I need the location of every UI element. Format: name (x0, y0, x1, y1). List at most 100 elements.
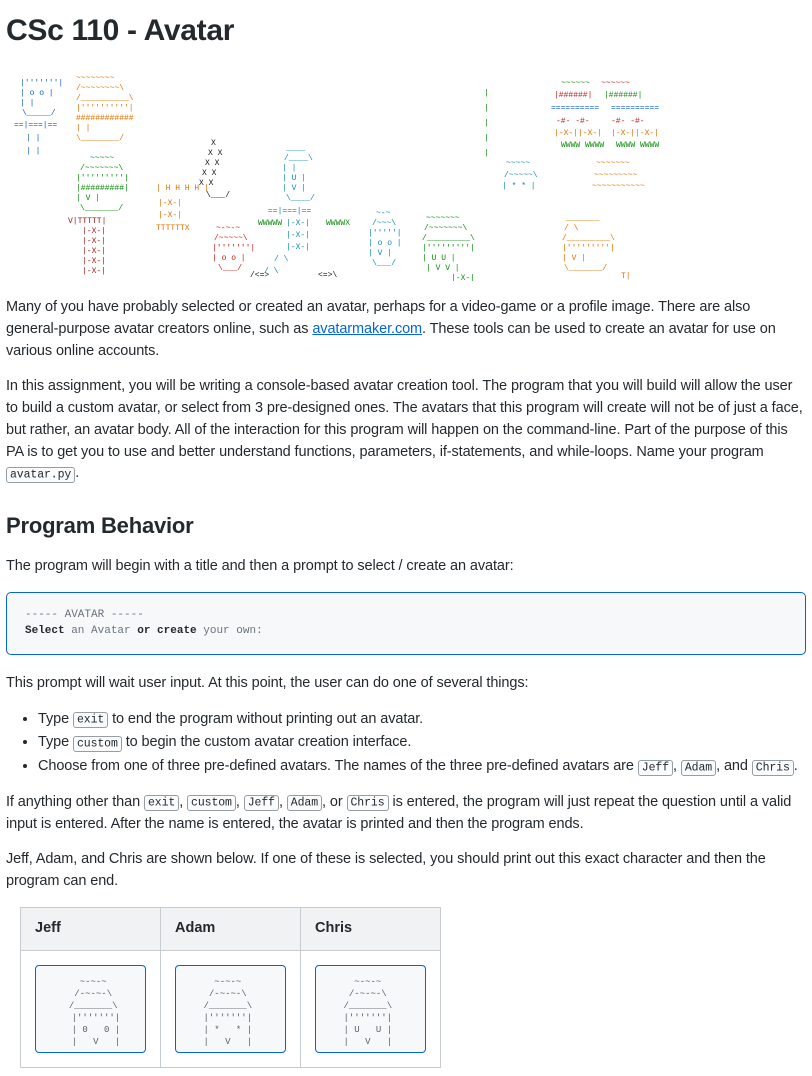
svg-text:WWWWX: WWWWX (326, 219, 350, 228)
intro-paragraph-2: In this assignment, you will be writing … (6, 376, 806, 485)
svg-text:~~~~~~~: ~~~~~~~ (596, 159, 630, 168)
svg-text:\___/: \___/ (206, 191, 230, 200)
svg-text:|-X-|: |-X-| (158, 211, 182, 220)
intro-text-2b: . (75, 465, 79, 481)
svg-text:| |: | | (20, 99, 34, 108)
svg-text:| U U |: | U U | (422, 254, 456, 263)
svg-text:| V |: | V | (282, 184, 306, 193)
list-item: Type exit to end the program without pri… (38, 709, 806, 731)
svg-text:|'''''''''|: |'''''''''| (422, 244, 475, 253)
bullet-text: Type (38, 711, 73, 727)
svg-text:|: | (484, 119, 489, 128)
jeff-avatar-art: ~-~-~ /-~-~-\ /_______\ |'''''''| | 0 0 … (35, 965, 146, 1054)
avatarmaker-link[interactable]: avatarmaker.com (312, 321, 422, 337)
table-row: ~-~-~ /-~-~-\ /_______\ |'''''''| | 0 0 … (21, 950, 441, 1068)
svg-text:~~~~~: ~~~~~ (90, 154, 114, 163)
svg-text:~-~-~: ~-~-~ (216, 224, 240, 233)
text-span: , (236, 794, 244, 810)
code-keyword-or: or (137, 625, 150, 637)
svg-text:| V V |: | V V | (426, 264, 460, 273)
svg-text:|######|: |######| (554, 91, 592, 100)
svg-text:~~~~~~~~~~~: ~~~~~~~~~~~ (592, 182, 645, 191)
svg-text:|#########|: |#########| (76, 184, 129, 193)
code-line-1: ----- AVATAR ----- (25, 609, 144, 621)
bullet-text: Choose from one of three pre-defined ava… (38, 758, 638, 774)
svg-text:|'''''''''|: |'''''''''| (76, 174, 129, 183)
svg-text:/~~~\: /~~~\ (372, 219, 396, 228)
bullet-text: , and (716, 758, 752, 774)
jeff-code-2: Jeff (244, 795, 279, 811)
code-text-an: an Avatar (65, 625, 138, 637)
table-cell-chris: ~-~-~ /-~-~-\ /_______\ |'''''''| | U U … (301, 950, 441, 1068)
chris-avatar-art: ~-~-~ /-~-~-\ /_______\ |'''''''| | U U … (315, 965, 426, 1054)
svg-text:/____\: /____\ (284, 154, 313, 163)
svg-text:\___/: \___/ (372, 259, 396, 268)
svg-text:|-X-|: |-X-| (451, 274, 475, 281)
svg-text:|: | (484, 104, 489, 113)
svg-text:/ \: / \ (274, 255, 289, 264)
svg-text:\_____/: \_____/ (22, 109, 56, 118)
svg-text:| U |: | U | (282, 174, 306, 183)
svg-text:~~~~~~~~: ~~~~~~~~ (76, 74, 115, 83)
invalid-input-paragraph: If anything other than exit, custom, Jef… (6, 792, 806, 836)
svg-text:| |: | | (76, 124, 90, 133)
after-code-paragraph: This prompt will wait user input. At thi… (6, 673, 806, 695)
svg-text:/ \: / \ (264, 267, 279, 276)
bullet-text: , (673, 758, 681, 774)
text-span: , or (322, 794, 346, 810)
table-header-jeff: Jeff (21, 907, 161, 950)
svg-text:T|: T| (621, 272, 631, 281)
svg-text:|: | (484, 149, 489, 158)
svg-text:/~~~~~~~~\: /~~~~~~~~\ (76, 84, 124, 93)
shown-below-paragraph: Jeff, Adam, and Chris are shown below. I… (6, 849, 806, 893)
svg-text:TTTTTTX: TTTTTTX (156, 224, 190, 233)
code-keyword-select: Select (25, 625, 65, 637)
svg-text:| * * |: | * * | (502, 182, 536, 191)
avatar-prompt-codeblock: ----- AVATAR ----- Select an Avatar or c… (6, 592, 806, 655)
adam-code: Adam (681, 760, 716, 776)
svg-text:~~~~~~~: ~~~~~~~ (426, 214, 460, 223)
svg-text:WWWW WWWW: WWWW WWWW (561, 141, 604, 150)
svg-text:/~~~~~~~\: /~~~~~~~\ (80, 164, 123, 173)
svg-text:|-X-|: |-X-| (82, 267, 106, 276)
bullet-text: Type (38, 734, 73, 750)
svg-text:~~~~~~: ~~~~~~ (561, 79, 590, 88)
svg-text:X X: X X (202, 169, 217, 178)
svg-text:~~~~~: ~~~~~ (506, 159, 530, 168)
svg-text:X X: X X (199, 179, 214, 188)
svg-text:/_________\: /_________\ (562, 234, 615, 243)
list-item: Type custom to begin the custom avatar c… (38, 732, 806, 754)
program-filename-code: avatar.py (6, 467, 75, 483)
input-options-list: Type exit to end the program without pri… (6, 709, 806, 778)
bullet-text: . (794, 758, 798, 774)
code-text-rest: your own: (197, 625, 263, 637)
svg-text:X X: X X (208, 149, 223, 158)
exit-code-2: exit (144, 795, 179, 811)
table-header-adam: Adam (161, 907, 301, 950)
svg-text:-#- -#-: -#- -#- (556, 117, 590, 126)
svg-text:| |: | | (26, 134, 40, 143)
text-span: , (279, 794, 287, 810)
svg-text:| V |: | V | (76, 194, 100, 203)
svg-text:-#- -#-: -#- -#- (611, 117, 645, 126)
code-keyword-create: create (150, 625, 196, 637)
svg-text:|'''''''''|: |'''''''''| (562, 244, 615, 253)
chris-code: Chris (752, 760, 794, 776)
svg-text:WWWWW: WWWWW (258, 219, 282, 228)
svg-text:~~~~~~: ~~~~~~ (601, 79, 630, 88)
svg-text:| V |: | V | (562, 254, 586, 263)
svg-text:WWWW WWWW: WWWW WWWW (616, 141, 659, 150)
bullet-text: to begin the custom avatar creation inte… (122, 734, 412, 750)
svg-text:|'''''''|: |'''''''| (212, 244, 255, 253)
text-span: If anything other than (6, 794, 144, 810)
page-title: CSc 110 - Avatar (6, 8, 806, 53)
svg-text:|######|: |######| (604, 91, 642, 100)
svg-text:|-X-|: |-X-| (286, 243, 310, 252)
text-span: , (179, 794, 187, 810)
custom-code: custom (73, 736, 122, 752)
svg-text:|-X-|: |-X-| (82, 247, 106, 256)
behavior-intro: The program will begin with a title and … (6, 556, 806, 578)
svg-text:==|===|==: ==|===|== (268, 207, 311, 216)
svg-text:==========: ========== (611, 104, 659, 113)
svg-text:############: ############ (76, 114, 134, 123)
